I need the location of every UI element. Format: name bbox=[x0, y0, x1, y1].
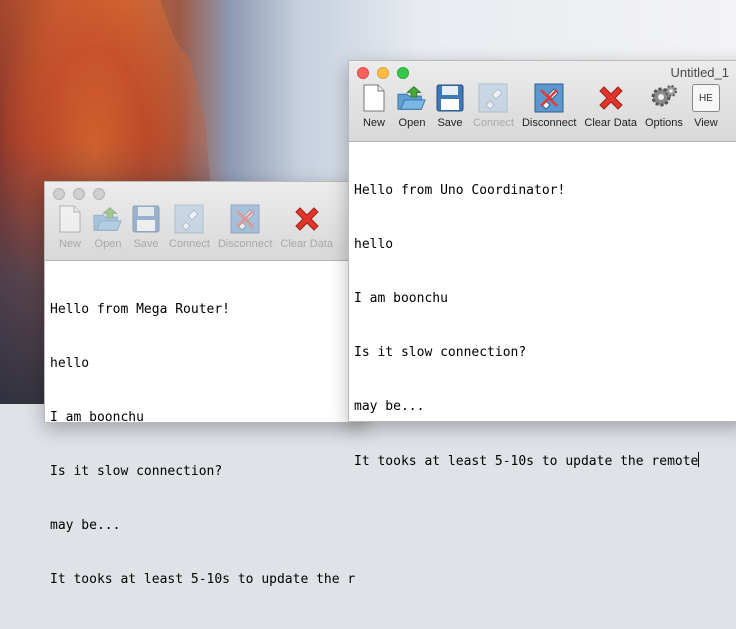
plug-connect-icon bbox=[478, 83, 508, 113]
output-line: hello bbox=[50, 356, 90, 371]
output-line-text: It tooks at least 5-10s to update the re… bbox=[354, 454, 699, 469]
hex-view-icon: HE bbox=[691, 83, 721, 113]
window-title: Untitled_1 bbox=[670, 65, 729, 80]
output-line: I am boonchu bbox=[354, 291, 448, 306]
close-window-button[interactable] bbox=[357, 67, 369, 79]
clear-data-label: Clear Data bbox=[584, 117, 637, 129]
open-label: Open bbox=[94, 238, 122, 250]
save-button[interactable]: Save bbox=[435, 83, 465, 129]
serial-monitor-window-back[interactable]: New Open Save Connect Disconnect Clear D… bbox=[44, 181, 366, 587]
output-line: It tooks at least 5-10s to update the r bbox=[50, 572, 356, 587]
output-line: Is it slow connection? bbox=[354, 345, 527, 360]
new-button[interactable]: New bbox=[55, 204, 85, 250]
hex-view-icon-text: HE bbox=[691, 84, 720, 112]
output-line: Hello from Mega Router! bbox=[50, 302, 231, 317]
connect-button[interactable]: Connect bbox=[169, 204, 210, 250]
connect-label: Connect bbox=[473, 117, 514, 129]
minimize-window-button[interactable] bbox=[377, 67, 389, 79]
window-titlebar[interactable]: New Open Save Connect Disconnect Clear D… bbox=[45, 182, 365, 261]
window-controls bbox=[357, 67, 409, 79]
toolbar: New Open Save Connect Disconnect Clear D… bbox=[51, 204, 337, 260]
gears-icon bbox=[649, 83, 679, 113]
output-line: may be... bbox=[354, 399, 425, 414]
plug-disconnect-icon bbox=[534, 83, 564, 113]
disconnect-label: Disconnect bbox=[521, 117, 577, 129]
open-folder-icon bbox=[93, 204, 123, 234]
output-line: Hello from Uno Coordinator! bbox=[354, 183, 566, 198]
options-button[interactable]: Options bbox=[645, 83, 683, 129]
clear-data-label: Clear Data bbox=[280, 238, 333, 250]
save-label: Save bbox=[133, 238, 159, 250]
view-label: View bbox=[694, 117, 718, 129]
serial-output-area[interactable]: Hello from Uno Coordinator! hello I am b… bbox=[349, 142, 736, 511]
output-line: may be... bbox=[50, 518, 121, 533]
disconnect-button[interactable]: Disconnect bbox=[218, 204, 272, 250]
output-line: Is it slow connection? bbox=[50, 464, 223, 479]
window-controls bbox=[53, 188, 105, 200]
open-button[interactable]: Open bbox=[397, 83, 427, 129]
output-line: hello bbox=[354, 237, 394, 252]
new-button[interactable]: New bbox=[359, 83, 389, 129]
plug-connect-icon bbox=[174, 204, 204, 234]
open-button[interactable]: Open bbox=[93, 204, 123, 250]
options-label: Options bbox=[644, 117, 683, 129]
plug-disconnect-icon bbox=[230, 204, 260, 234]
view-button[interactable]: HE View bbox=[691, 83, 721, 129]
new-label: New bbox=[362, 117, 385, 129]
open-label: Open bbox=[398, 117, 426, 129]
new-document-icon bbox=[359, 83, 389, 113]
serial-monitor-window-front[interactable]: Untitled_1 New Open Save Connect Disconn… bbox=[348, 60, 736, 469]
save-label: Save bbox=[437, 117, 463, 129]
connect-label: Connect bbox=[169, 238, 210, 250]
disconnect-button[interactable]: Disconnect bbox=[522, 83, 576, 129]
save-button[interactable]: Save bbox=[131, 204, 161, 250]
floppy-disk-icon bbox=[435, 83, 465, 113]
output-line-last: It tooks at least 5-10s to update the re… bbox=[354, 452, 736, 471]
zoom-window-button[interactable] bbox=[397, 67, 409, 79]
text-caret bbox=[698, 452, 700, 467]
open-folder-icon bbox=[397, 83, 427, 113]
red-x-icon bbox=[596, 83, 626, 113]
output-line: I am boonchu bbox=[50, 410, 144, 425]
serial-output-area[interactable]: Hello from Mega Router! hello I am boonc… bbox=[45, 261, 365, 629]
toolbar: New Open Save Connect Disconnect Clear D… bbox=[355, 83, 725, 139]
zoom-window-button[interactable] bbox=[93, 188, 105, 200]
connect-button[interactable]: Connect bbox=[473, 83, 514, 129]
floppy-disk-icon bbox=[131, 204, 161, 234]
disconnect-label: Disconnect bbox=[217, 238, 273, 250]
new-label: New bbox=[58, 238, 81, 250]
red-x-icon bbox=[292, 204, 322, 234]
minimize-window-button[interactable] bbox=[73, 188, 85, 200]
clear-data-button[interactable]: Clear Data bbox=[584, 83, 637, 129]
close-window-button[interactable] bbox=[53, 188, 65, 200]
new-document-icon bbox=[55, 204, 85, 234]
clear-data-button[interactable]: Clear Data bbox=[280, 204, 333, 250]
window-titlebar[interactable]: Untitled_1 New Open Save Connect Disconn… bbox=[349, 61, 736, 142]
